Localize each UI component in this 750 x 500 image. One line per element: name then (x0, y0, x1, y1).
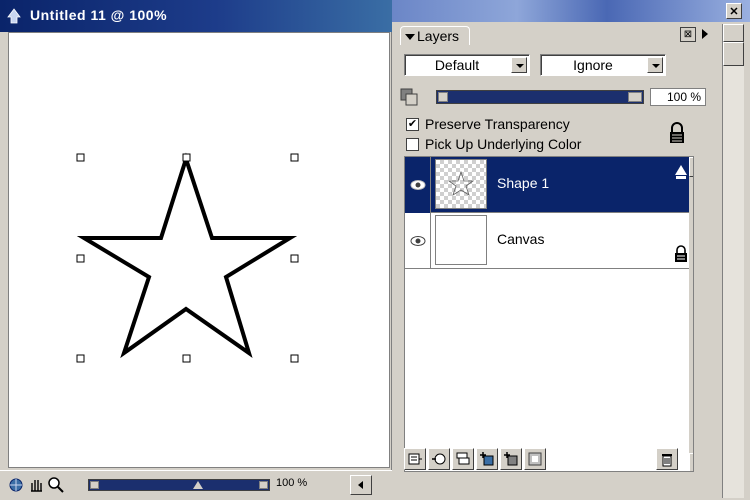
hand-icon[interactable] (26, 475, 46, 495)
lock-icon[interactable] (668, 122, 686, 144)
add-mask-button[interactable] (428, 448, 450, 470)
new-shape-icon (480, 452, 494, 466)
chevron-left-icon (358, 481, 363, 489)
zoom-slider-right-cap (259, 481, 268, 489)
edge-mode-value: Ignore (573, 57, 613, 73)
opacity-squares-icon (400, 88, 418, 106)
new-shape-layer-button[interactable] (476, 448, 498, 470)
layers-panel-window: ✕ Layers ⊠ Default Ignore 100 % ✔ Preser… (392, 0, 750, 500)
shape-layer-icon (675, 165, 687, 179)
layer-thumbnail-shape-1 (435, 159, 487, 209)
eye-icon (410, 180, 425, 190)
layers-panel: Layers ⊠ Default Ignore 100 % ✔ Preserve… (396, 24, 718, 498)
handle-middle-right (290, 254, 299, 263)
layer-list-scrollbar[interactable] (689, 157, 693, 471)
layers-toolbar (404, 448, 702, 474)
scroll-left-button[interactable] (350, 475, 372, 495)
blend-mode-value: Default (434, 57, 480, 73)
panel-scroll-up-button[interactable] (723, 24, 744, 42)
star-shape[interactable] (76, 152, 298, 359)
layer-name-canvas: Canvas (497, 231, 545, 247)
layer-thumbnail-canvas (435, 215, 487, 265)
tab-layers-label: Layers (417, 28, 460, 44)
zoom-magnifier-icon[interactable] (46, 475, 66, 495)
zoom-slider-left-cap (90, 481, 99, 489)
preserve-transparency-option[interactable]: ✔ Preserve Transparency (406, 116, 666, 134)
close-icon[interactable]: ✕ (726, 3, 742, 19)
pick-up-underlying-color-checkbox[interactable] (406, 138, 419, 151)
layer-properties-button[interactable] (404, 448, 426, 470)
handle-top-right (290, 153, 299, 162)
document-window: Untitled 11 @ 100% 100 % (0, 0, 392, 500)
lock-icon[interactable] (673, 245, 689, 263)
layer-row-shape-1[interactable]: Shape 1 (405, 157, 693, 213)
zoom-slider-thumb[interactable] (193, 481, 203, 489)
layer-visibility-toggle[interactable] (405, 213, 431, 269)
trash-icon (662, 454, 672, 467)
new-layer-button[interactable] (500, 448, 522, 470)
new-empty-layer-button[interactable] (524, 448, 546, 470)
star-shape-drawing[interactable] (9, 33, 391, 469)
document-statusbar: 100 % (0, 470, 392, 500)
eye-icon (410, 236, 425, 246)
star-thumbnail-icon (447, 170, 475, 196)
handle-bottom-left (76, 354, 85, 363)
opacity-slider-left-cap (438, 92, 448, 102)
empty-layer-icon (528, 452, 542, 466)
layer-visibility-toggle[interactable] (405, 157, 431, 213)
zoom-slider[interactable] (88, 479, 270, 491)
layer-list: Shape 1 Canvas (404, 156, 694, 472)
pick-up-underlying-color-option[interactable]: Pick Up Underlying Color (406, 136, 666, 154)
preserve-transparency-label: Preserve Transparency (425, 116, 570, 132)
scroll-up-button[interactable] (689, 157, 693, 177)
preserve-transparency-checkbox[interactable]: ✔ (406, 118, 419, 131)
panel-titlebar[interactable]: ✕ (392, 0, 750, 22)
panel-scroll-thumb[interactable] (723, 42, 744, 66)
zoom-value: 100 % (276, 477, 308, 489)
document-title: Untitled 11 @ 100% (30, 7, 168, 23)
layer-name-shape-1: Shape 1 (497, 175, 550, 191)
edge-mode-select[interactable]: Ignore (540, 54, 666, 76)
mask-icon (432, 453, 446, 465)
delete-layer-button[interactable] (656, 448, 678, 470)
new-layer-icon (504, 452, 518, 466)
layers-tab-row: Layers ⊠ (396, 24, 718, 46)
new-group-button[interactable] (452, 448, 474, 470)
document-titlebar[interactable]: Untitled 11 @ 100% (0, 0, 392, 32)
handle-bottom-center (182, 354, 191, 363)
document-canvas[interactable] (8, 32, 390, 468)
opacity-value-field[interactable]: 100 % (650, 88, 706, 106)
opacity-slider[interactable] (436, 90, 644, 104)
opacity-slider-thumb[interactable] (628, 92, 642, 102)
handle-middle-left (76, 254, 85, 263)
opacity-row: 100 % (396, 84, 718, 110)
collapse-triangle-icon (405, 34, 415, 40)
layer-properties-icon (408, 453, 422, 465)
layer-row-canvas[interactable]: Canvas (405, 213, 693, 269)
app-icon (7, 8, 21, 24)
handle-bottom-right (290, 354, 299, 363)
chevron-down-icon[interactable] (511, 57, 527, 73)
handle-top-left (76, 153, 85, 162)
panel-close-button[interactable]: ⊠ (680, 27, 696, 42)
chevron-down-icon[interactable] (647, 57, 663, 73)
pick-up-underlying-color-label: Pick Up Underlying Color (425, 136, 582, 152)
panel-scrollbar[interactable] (722, 24, 744, 498)
globe-icon[interactable] (6, 475, 26, 495)
panel-menu-arrow-icon[interactable] (702, 29, 708, 39)
layer-stack-icon (456, 452, 470, 465)
tab-layers[interactable]: Layers (400, 26, 471, 45)
close-box-icon: ⊠ (683, 29, 693, 40)
handle-top-center (182, 153, 191, 162)
blend-mode-select[interactable]: Default (404, 54, 530, 76)
